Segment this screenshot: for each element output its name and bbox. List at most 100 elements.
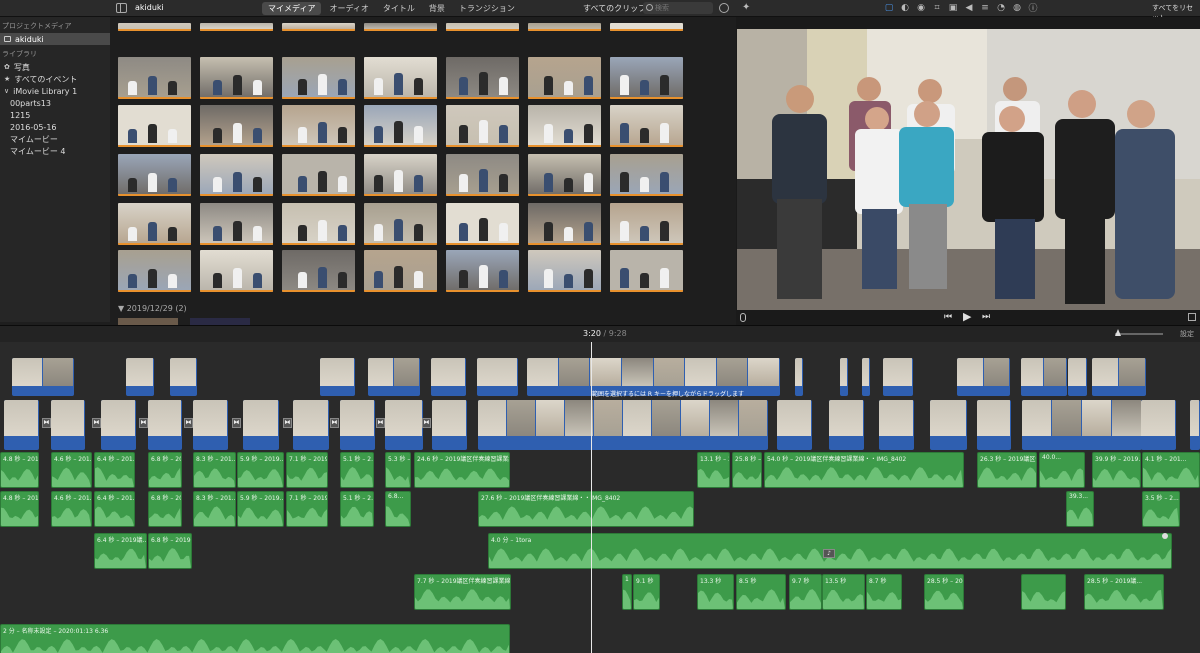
audio-clip[interactable]: 8.5 秒 [736, 574, 786, 610]
thumbnail[interactable] [610, 250, 683, 292]
thumbnail[interactable] [610, 23, 683, 31]
audio-clip[interactable]: 8.3 秒 – 201... [193, 452, 236, 488]
storyline-clip[interactable] [148, 400, 182, 450]
audio-clip[interactable]: 27.6 秒 – 2019議区伴奏練習課業綿・・IMG_8402 [478, 491, 694, 527]
thumbnail[interactable] [200, 250, 273, 292]
video-preview[interactable] [737, 29, 1200, 310]
thumbnail[interactable] [446, 105, 519, 147]
thumbnail[interactable] [364, 105, 437, 147]
audio-clip[interactable]: 39.9 秒 – 2019... [1092, 452, 1141, 488]
fullscreen-icon[interactable] [1188, 313, 1196, 321]
thumbnail[interactable] [610, 154, 683, 196]
tab-backgrounds[interactable]: 背景 [423, 2, 451, 15]
audio-clip[interactable]: 6.4 秒 – 201... [94, 452, 135, 488]
thumbnail[interactable] [446, 23, 519, 31]
microphone-icon[interactable] [740, 313, 746, 322]
audio-clip[interactable]: 4.1 秒 – 201... [1142, 452, 1200, 488]
search-input[interactable] [643, 2, 713, 14]
audio-clip[interactable]: 7.1 秒 – 2019... [286, 491, 328, 527]
equalizer-icon[interactable]: ≡ [980, 2, 990, 13]
thumbnail[interactable] [190, 318, 250, 325]
skip-back-icon[interactable]: ⏮ [944, 312, 952, 322]
info-icon[interactable]: ⓘ [1028, 2, 1038, 14]
storyline-clip[interactable] [930, 400, 967, 450]
audio-clip[interactable]: 26.3 秒 – 2019議区伴... [977, 452, 1037, 488]
timeline-zoom-slider[interactable] [1115, 333, 1163, 335]
overlay-clip[interactable] [320, 358, 355, 396]
thumbnail[interactable] [364, 203, 437, 245]
thumbnail[interactable] [364, 154, 437, 196]
audio-clip[interactable]: 3.5 秒 – 2... [1142, 491, 1180, 527]
transition-icon[interactable]: ⧓ [376, 418, 385, 428]
thumbnail[interactable] [528, 105, 601, 147]
date-group-header[interactable]: ▼ 2019/12/29 (2) [118, 304, 187, 313]
overlay-clip[interactable] [1068, 358, 1087, 396]
audio-clip[interactable]: 5.9 秒 – 2019... [237, 491, 284, 527]
overlay-clip[interactable] [840, 358, 848, 396]
magic-wand-icon[interactable]: ✦ [742, 2, 750, 13]
color-balance-icon[interactable]: ◐ [900, 2, 910, 13]
sidebar-item-library[interactable]: ∨ iMovie Library 1 [0, 85, 110, 97]
overlay-clip[interactable] [170, 358, 197, 396]
crop-frame-icon[interactable]: ▢ [884, 2, 894, 13]
storyline-clip[interactable] [478, 400, 768, 450]
thumbnail[interactable] [200, 203, 273, 245]
audio-clip[interactable]: 6.4 秒 – 201... [94, 491, 135, 527]
audio-clip[interactable]: 8.3 秒 – 201... [193, 491, 236, 527]
storyline-clip[interactable] [101, 400, 136, 450]
thumbnail[interactable] [118, 154, 191, 196]
thumbnail[interactable] [118, 203, 191, 245]
overlay-clip[interactable] [126, 358, 154, 396]
audio-clip[interactable]: 4.8 秒 – 201... [0, 491, 39, 527]
sidebar-toggle-icon[interactable] [116, 3, 127, 13]
storyline-clip[interactable] [777, 400, 812, 450]
overlay-clip[interactable] [862, 358, 870, 396]
thumbnail[interactable] [446, 57, 519, 99]
audio-clip[interactable]: 9.7 秒 [789, 574, 822, 610]
thumbnail[interactable] [282, 154, 355, 196]
settings-icon[interactable] [719, 3, 729, 13]
storyline-clip[interactable] [340, 400, 375, 450]
volume-icon[interactable]: ◀ [964, 2, 974, 13]
storyline-clip[interactable] [829, 400, 864, 450]
sidebar-item-event[interactable]: 2016-05-16 [0, 121, 110, 133]
transition-icon[interactable]: ⧓ [139, 418, 148, 428]
thumbnail[interactable] [364, 57, 437, 99]
audio-clip[interactable]: 7.7 秒 – 2019議区伴奏練習課業綿・・ [414, 574, 511, 610]
thumbnail[interactable] [446, 203, 519, 245]
transition-icon[interactable]: ⧓ [92, 418, 101, 428]
audio-clip[interactable]: 4.8 秒 – 201... [0, 452, 39, 488]
tab-audio[interactable]: オーディオ [323, 2, 374, 15]
audio-clip[interactable]: 6.8 秒 – 201... [148, 491, 182, 527]
thumbnail[interactable] [446, 154, 519, 196]
thumbnail[interactable] [118, 318, 178, 325]
storyline-clip[interactable] [385, 400, 423, 450]
play-icon[interactable]: ▶ [963, 310, 971, 323]
transition-icon[interactable]: ⧓ [184, 418, 193, 428]
thumbnail[interactable] [610, 105, 683, 147]
overlay-clip[interactable] [1092, 358, 1146, 396]
audio-clip[interactable]: 2 分 – 名称未設定 – 2020:01:13 6.36 [0, 624, 510, 653]
audio-clip[interactable]: 5.9 秒 – 2019... [237, 452, 284, 488]
transition-icon[interactable]: ⧓ [232, 418, 241, 428]
transition-icon[interactable]: ⧓ [330, 418, 339, 428]
sidebar-item-project[interactable]: akiduki [0, 33, 110, 45]
thumbnail[interactable] [282, 57, 355, 99]
storyline-clip[interactable] [243, 400, 279, 450]
sidebar-item-event[interactable]: 00parts13 [0, 97, 110, 109]
audio-clip[interactable]: 7.1 秒 – 2019... [286, 452, 328, 488]
audio-clip[interactable]: 25.8 秒 – [732, 452, 762, 488]
thumbnail[interactable] [446, 250, 519, 292]
thumbnail[interactable] [528, 23, 601, 31]
audio-clip[interactable]: 9.1 秒 [633, 574, 660, 610]
audio-clip[interactable]: 40.0... [1039, 452, 1085, 488]
thumbnail[interactable] [282, 105, 355, 147]
tab-transitions[interactable]: トランジション [453, 2, 521, 15]
sidebar-item-event[interactable]: マイムービー 4 [0, 145, 110, 157]
skip-forward-icon[interactable]: ⏭ [982, 312, 990, 322]
storyline-clip[interactable] [4, 400, 39, 450]
storyline-clip[interactable] [193, 400, 228, 450]
thumbnail[interactable] [200, 105, 273, 147]
overlay-clip[interactable] [1021, 358, 1067, 396]
transition-icon[interactable]: ⧓ [42, 418, 51, 428]
